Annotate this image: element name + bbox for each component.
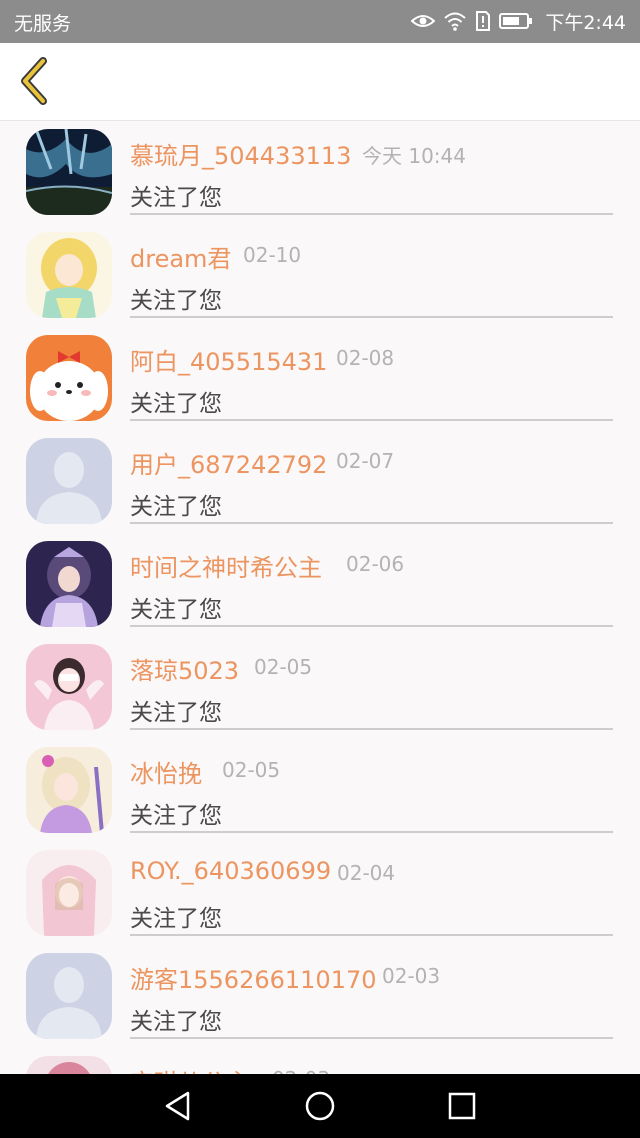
list-item[interactable]: 慕琉月_504433113 今天 10:44 关注了您 bbox=[0, 121, 640, 224]
title-bar bbox=[0, 43, 640, 121]
divider bbox=[130, 625, 613, 627]
avatar[interactable] bbox=[26, 1056, 112, 1074]
action-text: 关注了您 bbox=[130, 391, 222, 417]
username[interactable]: 宝琪儿公主 bbox=[130, 1063, 250, 1074]
list-item[interactable]: dream君 02-10 关注了您 bbox=[0, 224, 640, 327]
divider bbox=[130, 1037, 613, 1039]
username[interactable]: 冰怡挽 bbox=[130, 754, 202, 789]
divider bbox=[130, 934, 613, 936]
username[interactable]: 用户_687242792 bbox=[130, 445, 327, 480]
back-button[interactable] bbox=[12, 55, 56, 107]
list-item[interactable]: 游客1556266110170 02-03 关注了您 bbox=[0, 945, 640, 1048]
action-text: 关注了您 bbox=[130, 700, 222, 726]
action-text: 关注了您 bbox=[130, 185, 222, 211]
username[interactable]: 慕琉月_504433113 bbox=[130, 136, 351, 171]
timestamp: 02-07 bbox=[336, 449, 395, 473]
notification-list[interactable]: 慕琉月_504433113 今天 10:44 关注了您 dream君 02-10… bbox=[0, 121, 640, 1074]
divider bbox=[130, 419, 613, 421]
list-item[interactable]: 落琼5023 02-05 关注了您 bbox=[0, 636, 640, 739]
list-item[interactable]: 用户_687242792 02-07 关注了您 bbox=[0, 430, 640, 533]
avatar[interactable] bbox=[26, 644, 112, 730]
action-text: 关注了您 bbox=[130, 906, 222, 932]
home-circle-icon bbox=[305, 1091, 335, 1121]
back-triangle-icon bbox=[165, 1091, 190, 1121]
avatar[interactable] bbox=[26, 953, 112, 1039]
avatar[interactable] bbox=[26, 850, 112, 936]
divider bbox=[130, 831, 613, 833]
avatar[interactable] bbox=[26, 438, 112, 524]
sim-alert-icon bbox=[475, 10, 491, 32]
status-bar: 无服务 下午2:44 bbox=[0, 0, 640, 43]
action-text: 关注了您 bbox=[130, 494, 222, 520]
username[interactable]: 落琼5023 bbox=[130, 651, 239, 686]
divider bbox=[130, 213, 613, 215]
nav-recents-button[interactable] bbox=[432, 1084, 492, 1128]
avatar[interactable] bbox=[26, 129, 112, 215]
carrier-label: 无服务 bbox=[14, 13, 72, 35]
battery-icon bbox=[499, 12, 533, 30]
username[interactable]: ROY._640360699 bbox=[130, 857, 331, 885]
timestamp: 02-06 bbox=[346, 552, 405, 576]
divider bbox=[130, 316, 613, 318]
timestamp: 02-10 bbox=[243, 243, 302, 267]
nav-back-button[interactable] bbox=[148, 1084, 208, 1128]
list-item[interactable]: ROY._640360699 02-04 关注了您 bbox=[0, 842, 640, 945]
action-text: 关注了您 bbox=[130, 1009, 222, 1035]
timestamp: 02-04 bbox=[337, 861, 396, 885]
divider bbox=[130, 522, 613, 524]
timestamp: 02-05 bbox=[222, 758, 281, 782]
nav-home-button[interactable] bbox=[290, 1084, 350, 1128]
divider bbox=[130, 728, 613, 730]
navigation-bar bbox=[0, 1074, 640, 1138]
timestamp: 02-03 bbox=[272, 1067, 330, 1074]
timestamp: 今天 10:44 bbox=[362, 144, 466, 168]
username[interactable]: 时间之神时希公主 bbox=[130, 548, 322, 583]
avatar[interactable] bbox=[26, 541, 112, 627]
status-icons: 下午2:44 bbox=[411, 7, 626, 35]
avatar[interactable] bbox=[26, 232, 112, 318]
list-item[interactable]: 阿白_405515431 02-08 关注了您 bbox=[0, 327, 640, 430]
wifi-icon bbox=[443, 11, 467, 31]
avatar[interactable] bbox=[26, 747, 112, 833]
list-item[interactable]: 冰怡挽 02-05 关注了您 bbox=[0, 739, 640, 842]
username[interactable]: 游客1556266110170 bbox=[130, 960, 377, 995]
timestamp: 02-08 bbox=[336, 346, 395, 370]
action-text: 关注了您 bbox=[130, 803, 222, 829]
timestamp: 02-05 bbox=[254, 655, 313, 679]
list-item[interactable]: 宝琪儿公主 02-03 bbox=[0, 1048, 640, 1074]
timestamp: 02-03 bbox=[382, 964, 441, 988]
eye-icon bbox=[411, 13, 436, 29]
username[interactable]: 阿白_405515431 bbox=[130, 342, 327, 377]
action-text: 关注了您 bbox=[130, 288, 222, 314]
username[interactable]: dream君 bbox=[130, 239, 231, 274]
list-item[interactable]: 时间之神时希公主 02-06 关注了您 bbox=[0, 533, 640, 636]
avatar[interactable] bbox=[26, 335, 112, 421]
clock: 下午2:44 bbox=[545, 11, 626, 34]
chevron-left-icon bbox=[21, 57, 47, 105]
action-text: 关注了您 bbox=[130, 597, 222, 623]
recents-square-icon bbox=[448, 1092, 476, 1120]
